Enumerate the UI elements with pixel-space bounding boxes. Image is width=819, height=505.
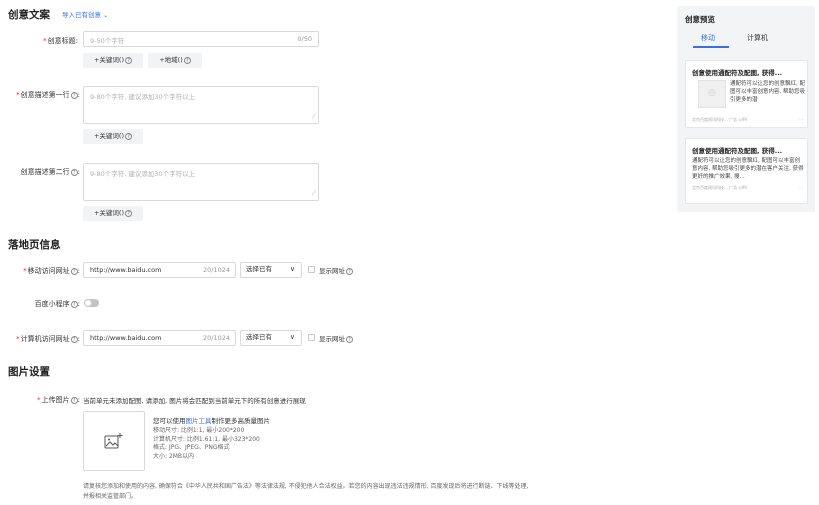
mini-program-toggle[interactable] xyxy=(84,299,99,307)
preview-card-mobile: 创意使用通配符及配图, 获得... ◎ 通配符可以让您的创意飘红, 配图可以丰富… xyxy=(685,60,808,128)
desc2-label: 创意描述第二行?: xyxy=(20,168,80,176)
help-icon: ? xyxy=(183,56,191,64)
help-icon: ? xyxy=(70,300,78,308)
pc-url-input[interactable]: http://www.baidu.com 20/1024 xyxy=(83,330,236,346)
image-upload-box[interactable] xyxy=(83,411,145,471)
spec-mobile: 移动尺寸: 比例1:1, 最小200*200 xyxy=(153,427,245,434)
card1-image-placeholder: ◎ xyxy=(698,80,726,108)
pc-show-url-label: 显示网址? xyxy=(319,333,353,343)
image-add-icon xyxy=(104,433,123,449)
image-tool-line: 您可以使用图片工具制作更多高质量图片 xyxy=(153,417,270,425)
spec-pc: 计算机尺寸: 比例1.61:1, 最小323*200 xyxy=(153,435,260,443)
section-title-landing: 落地页信息 xyxy=(8,239,61,251)
mobile-select-existing[interactable]: 选择已有 ∨ xyxy=(240,262,302,278)
title-counter: 0/50 xyxy=(297,35,312,43)
desc2-keyword-button[interactable]: +关键词()? xyxy=(83,206,143,221)
chevron-down-icon: ∨ xyxy=(289,265,295,273)
chevron-down-icon: ⌄ xyxy=(103,12,109,19)
help-icon: ? xyxy=(70,396,78,404)
mobile-show-url-label: 显示网址? xyxy=(319,265,353,275)
import-existing-link[interactable]: 导入已有创意 ⌄ xyxy=(62,9,108,19)
desc1-label: *创意描述第一行?: xyxy=(16,91,80,99)
preview-card-text: 创意使用通配符及配图, 获得... 通配符可以让您的创意飘红, 配图可以丰富创意… xyxy=(685,138,808,204)
resize-handle-icon[interactable]: ⟋ xyxy=(312,190,316,198)
help-icon: ? xyxy=(125,132,133,140)
help-icon: ? xyxy=(125,209,133,217)
resize-handle-icon[interactable]: ⟋ xyxy=(312,113,316,121)
tab-active-indicator xyxy=(693,46,729,48)
mobile-url-input[interactable]: http://www.baidu.com 20/1024 xyxy=(83,262,236,278)
pc-url-value: http://www.baidu.com xyxy=(90,334,162,342)
spec-format: 格式: JPG、JPEG、PNG格式 xyxy=(153,444,230,452)
mobile-url-counter: 20/1024 xyxy=(202,266,230,274)
tab-mobile[interactable]: 移动 xyxy=(701,33,715,43)
mobile-url-value: http://www.baidu.com xyxy=(90,266,162,274)
mobile-show-url-checkbox[interactable] xyxy=(308,266,315,273)
pc-show-url-checkbox[interactable] xyxy=(308,334,315,341)
chevron-down-icon: ∨ xyxy=(289,333,295,341)
preview-title: 创意预览 xyxy=(685,15,715,24)
help-icon: ? xyxy=(70,335,78,343)
help-icon: ? xyxy=(70,168,78,176)
more-icon[interactable]: ··· xyxy=(799,117,803,122)
pc-url-counter: 20/1024 xyxy=(202,334,230,342)
desc1-keyword-button[interactable]: +关键词()? xyxy=(83,129,143,144)
desc1-placeholder: 9-80个字符, 建议添加30个字符以上 xyxy=(90,93,196,101)
spec-size: 大小: 2MB以内 xyxy=(153,452,195,460)
upload-hint: 当前单元未添加配图, 请添加, 图片将会匹配到当前单元下的所有创意进行展现 xyxy=(83,397,306,405)
more-icon[interactable]: ··· xyxy=(799,185,803,190)
mobile-url-label: *移动访问网址?: xyxy=(23,267,80,275)
add-region-button[interactable]: +地域()? xyxy=(148,53,202,68)
card2-footer: 北京百度网讯科技... 广告 ◎99 xyxy=(692,185,747,190)
help-icon: ? xyxy=(346,335,353,343)
card2-body: 通配符可以让您的创意飘红, 配图可以丰富创意内容, 帮助您吸引更多的潜在客户关注… xyxy=(692,158,804,180)
pc-select-existing[interactable]: 选择已有 ∨ xyxy=(240,330,302,346)
preview-panel: 创意预览 移动 计算机 创意使用通配符及配图, 获得... ◎ 通配符可以让您的… xyxy=(677,6,815,212)
card1-title: 创意使用通配符及配图, 获得... xyxy=(692,69,783,77)
section-title-image: 图片设置 xyxy=(8,366,50,378)
title-field-label: *创意标题: xyxy=(43,37,78,45)
help-icon: ? xyxy=(346,267,353,275)
help-icon: ? xyxy=(70,267,78,275)
image-icon: ◎ xyxy=(708,88,716,98)
image-tool-link[interactable]: 图片工具 xyxy=(186,417,212,425)
image-specs: 移动尺寸: 比例1:1, 最小200*200 计算机尺寸: 比例1.61:1, … xyxy=(153,427,260,461)
card1-footer: 北京百度网讯科技... 广告 ◎99 xyxy=(692,117,747,122)
legal-notice: 请复核您添加和使用的内容, 确保符合《中华人民共和国广告法》等法律法规, 不侵犯… xyxy=(83,483,529,500)
card1-body: 通配符可以让您的创意飘红, 配图可以丰富创意内容, 帮助您吸引更多的潜 xyxy=(730,81,805,103)
section-title-creative: 创意文案 xyxy=(8,9,50,21)
help-icon: ? xyxy=(125,56,133,64)
desc2-textarea[interactable]: 9-80个字符, 建议添加30个字符以上 ⟋ xyxy=(83,163,319,201)
title-input-placeholder: 9-50个字符 xyxy=(90,37,125,45)
help-icon: ? xyxy=(70,91,78,99)
toggle-knob xyxy=(85,300,91,306)
tab-pc[interactable]: 计算机 xyxy=(747,33,768,43)
card2-title: 创意使用通配符及配图, 获得... xyxy=(692,147,783,155)
add-keyword-button[interactable]: +关键词()? xyxy=(83,53,143,68)
upload-image-label: *上传图片?: xyxy=(37,396,80,404)
mini-program-label: 百度小程序?: xyxy=(34,300,80,308)
import-existing-label: 导入已有创意 xyxy=(62,11,101,19)
pc-url-label: *计算机访问网址?: xyxy=(16,335,80,343)
title-input[interactable]: 9-50个字符 0/50 xyxy=(83,31,319,47)
desc2-placeholder: 9-80个字符, 建议添加30个字符以上 xyxy=(90,170,196,178)
desc1-textarea[interactable]: 9-80个字符, 建议添加30个字符以上 ⟋ xyxy=(83,86,319,124)
